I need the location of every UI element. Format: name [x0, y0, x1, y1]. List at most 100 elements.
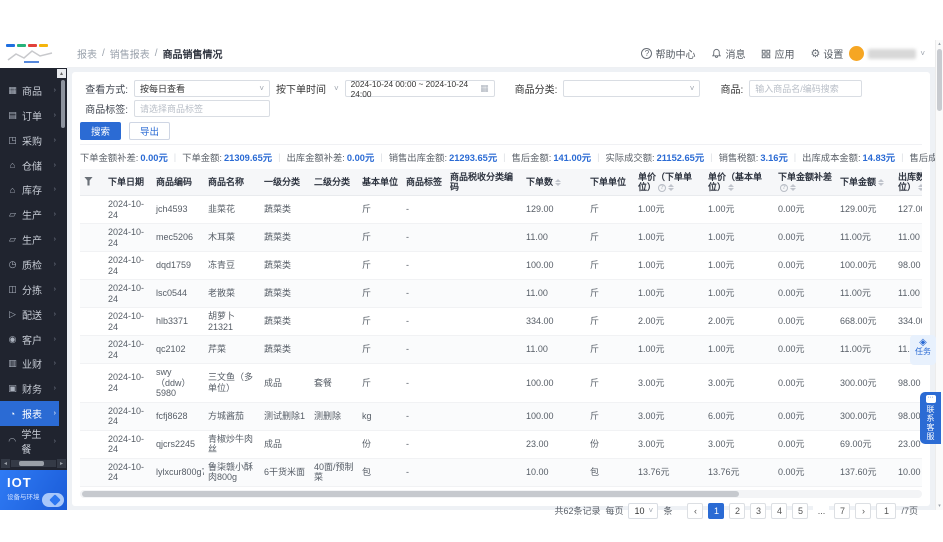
sidebar-item-仓储[interactable]: ⌂ 仓储 › — [0, 153, 59, 178]
sort-icon[interactable] — [878, 179, 885, 187]
sidebar-item-财务[interactable]: ▣ 财务 › — [0, 376, 59, 401]
avatar[interactable] — [849, 46, 865, 61]
time-type-select[interactable]: 按下单时间 ˅ — [276, 81, 339, 96]
next-page-button[interactable]: › — [855, 502, 872, 519]
scroll-up-icon[interactable]: ▴ — [936, 41, 943, 47]
page-button-7[interactable]: 7 — [834, 502, 851, 519]
sidebar-item-库存[interactable]: ⌂ 库存 › — [0, 177, 59, 202]
prev-page-button[interactable]: ‹ — [687, 502, 704, 519]
sidebar-item-生产[interactable]: ▱ 生产 › — [0, 202, 59, 227]
page-button-1[interactable]: 1 — [708, 502, 725, 519]
search-button[interactable]: 搜索 — [80, 122, 122, 140]
table-cell: 10.00 — [522, 458, 586, 487]
scroll-left-icon[interactable]: ◂ — [1, 459, 10, 468]
page-button-3[interactable]: 3 — [750, 502, 767, 519]
sidebar-item-订单[interactable]: ▤ 订单 › — [0, 103, 59, 128]
view-mode-select[interactable]: 按每日查看 ˅ — [134, 80, 270, 97]
chevron-right-icon: › — [53, 385, 56, 393]
product-search-input[interactable]: 输入商品名/编码搜索 — [749, 80, 863, 97]
column-header-下单金额[interactable]: 下单金额 — [836, 169, 894, 196]
breadcrumb-item-2[interactable]: 销售报表 — [110, 46, 150, 61]
page-button-4[interactable]: 4 — [771, 502, 788, 519]
user-menu[interactable]: ˅ — [849, 46, 925, 61]
column-header-单价（下单单位）[interactable]: 单价（下单单位）? — [634, 169, 704, 196]
sidebar-hscroll-thumb[interactable] — [19, 461, 44, 466]
task-fab-button[interactable]: ◈ 任务 — [910, 335, 936, 365]
per-page-select[interactable]: 10 ˅ — [628, 502, 659, 519]
sidebar-item-客户[interactable]: ◉ 客户 › — [0, 327, 59, 352]
table-cell: 11.00 — [522, 335, 586, 364]
sidebar-item-质检[interactable]: ◷ 质检 › — [0, 252, 59, 277]
topbar-action-help-center[interactable]: ? 帮助中心 — [641, 46, 695, 61]
sidebar-item-分拣[interactable]: ◫ 分拣 › — [0, 277, 59, 302]
contact-support-button[interactable]: ⋯ 联系客服 — [920, 392, 941, 444]
column-header-下单数[interactable]: 下单数 — [522, 169, 586, 196]
sort-icon[interactable] — [728, 184, 735, 192]
sidebar-hscroll-track[interactable] — [11, 460, 56, 467]
topbar-action-messages[interactable]: 消息 — [711, 46, 745, 61]
table-cell: 0.00元 — [774, 458, 836, 487]
sort-icon[interactable] — [668, 184, 675, 192]
sidebar-horizontal-scrollbar[interactable]: ◂ ▸ — [1, 459, 66, 468]
sidebar-item-商品[interactable]: ▦ 商品 › — [0, 78, 59, 103]
category-select[interactable]: ˅ — [563, 80, 701, 97]
filter-icon[interactable] — [84, 176, 93, 186]
column-header-filter[interactable] — [80, 169, 104, 196]
table-hscroll-thumb[interactable] — [82, 490, 739, 497]
table-cell — [310, 195, 358, 224]
sort-icon[interactable] — [918, 184, 922, 192]
table-cell: 蔬菜类 — [260, 251, 310, 280]
table-cell: 23.00 — [522, 430, 586, 459]
page-jump-input[interactable]: 1 — [876, 502, 897, 519]
table-cell: 1.00元 — [704, 279, 774, 308]
column-label: 下单金额补差 — [778, 172, 833, 182]
sidebar-item-报表[interactable]: ◔ 报表 › — [0, 401, 59, 427]
column-header-下单日期: 下单日期 — [104, 169, 152, 196]
column-header-出库数（下单单位）[interactable]: 出库数（下单单位） — [894, 169, 922, 196]
column-header-单价（基本单位）[interactable]: 单价（基本单位） — [704, 169, 774, 196]
topbar-action-apps[interactable]: 应用 — [761, 46, 794, 61]
table-cell: 0.00元 — [774, 195, 836, 224]
logo-color-bars — [6, 44, 61, 47]
sidebar-item-label: 配送 — [22, 310, 42, 322]
page-button-2[interactable]: 2 — [729, 502, 746, 519]
support-label: 联系客服 — [926, 405, 935, 441]
summary-label: 下单金额补差: — [80, 153, 139, 163]
sidebar-vertical-scrollbar[interactable] — [61, 80, 65, 128]
sort-icon[interactable] — [790, 184, 796, 192]
sidebar-item-生产[interactable]: ▱ 生产 › — [0, 227, 59, 252]
iot-banner[interactable]: IOT 设备与环境 — [0, 470, 67, 510]
scroll-down-icon[interactable]: ▾ — [936, 503, 943, 509]
export-button[interactable]: 导出 — [129, 122, 171, 140]
table-cell: 668.00元 — [836, 307, 894, 336]
table-row: 2024-10-24 qjcrs2245 青椒炒牛肉丝 成品份 -23.00 份 3.00元… — [80, 430, 922, 459]
table-cell: 1.00元 — [634, 251, 704, 280]
table-cell: 斤 — [358, 195, 402, 224]
table-horizontal-scrollbar[interactable] — [80, 489, 922, 498]
sidebar-item-label: 财务 — [22, 385, 42, 397]
sidebar-item-label: 分拣 — [22, 285, 42, 297]
tag-select-input[interactable]: 请选择商品标签 — [134, 100, 270, 117]
column-header-下单金额补差[interactable]: 下单金额补差? — [774, 169, 836, 196]
topbar-action-settings[interactable]: ⚙ 设置 — [810, 46, 843, 61]
sidebar-item-采购[interactable]: ◳ 采购 › — [0, 128, 59, 153]
app-logo[interactable] — [0, 40, 67, 68]
scroll-right-icon[interactable]: ▸ — [57, 459, 66, 468]
table-cell: - — [402, 458, 446, 487]
sidebar-item-配送[interactable]: ▷ 配送 › — [0, 302, 59, 327]
window-vscroll-thumb[interactable] — [937, 49, 942, 111]
row-icon-cell — [80, 223, 104, 252]
summary-item: 出库成本金额: 14.83元 — [802, 150, 895, 164]
column-label: 下单金额 — [840, 177, 877, 187]
sidebar-scroll-up-icon[interactable]: ▴ — [57, 69, 66, 78]
column-header-商品标签: 商品标签 — [402, 169, 446, 196]
breadcrumb-item-1[interactable]: 报表 — [77, 46, 97, 61]
sort-icon[interactable] — [555, 179, 562, 187]
table-cell — [310, 307, 358, 336]
sidebar-item-学生餐[interactable]: ◠ 学生餐 › — [0, 426, 59, 456]
sidebar-item-业财[interactable]: ▥ 业财 › — [0, 351, 59, 376]
date-range-input[interactable]: 2024-10-24 00:00 ~ 2024-10-24 24:00 ▦ — [344, 79, 495, 99]
table-cell: 斤 — [358, 279, 402, 308]
table-cell: 3.00元 — [634, 402, 704, 431]
page-button-5[interactable]: 5 — [792, 502, 809, 519]
